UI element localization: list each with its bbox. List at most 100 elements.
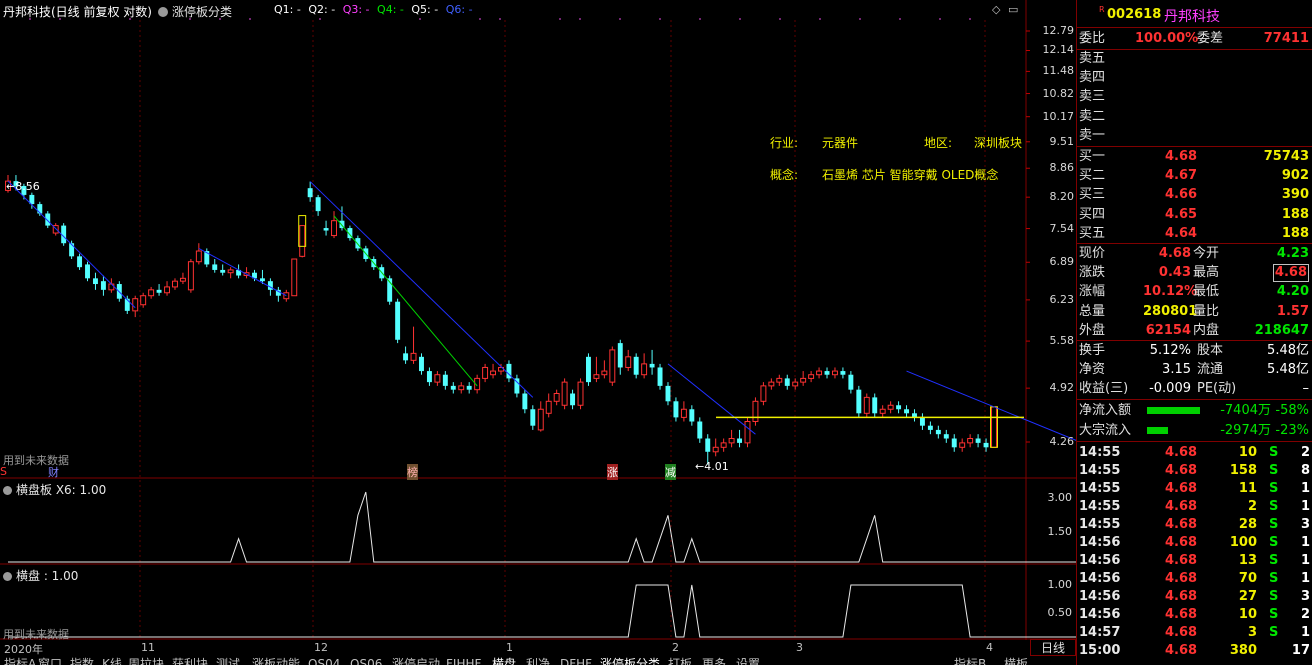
price-axis-label: 7.54	[1049, 221, 1075, 235]
dot-marker	[559, 18, 561, 20]
tab-1[interactable]: 窗口	[38, 656, 62, 665]
candle-body-down	[872, 397, 878, 414]
bid-volume: 390	[1281, 187, 1309, 203]
tab-2[interactable]: 指数	[70, 656, 94, 665]
marker-jian[interactable]: 减	[665, 464, 676, 480]
tick-count: 8	[1300, 463, 1310, 478]
tab-18[interactable]: 设置	[736, 656, 760, 665]
price-axis-label: 4.92	[1049, 381, 1075, 395]
candle-body-down	[450, 385, 456, 390]
tick-volume: 3	[1247, 625, 1257, 640]
stat-value: 4.68	[1158, 246, 1191, 261]
candle-body-down	[737, 438, 743, 443]
bid-price: 4.68	[1165, 149, 1198, 164]
period-selector[interactable]: 日线	[1030, 639, 1076, 656]
bid-label: 买二	[1079, 168, 1106, 184]
flow-bar	[1147, 407, 1200, 414]
tick-side: S	[1269, 517, 1279, 532]
chart-area[interactable]: 丹邦科技(日线 前复权 对数) 涨停板分类 Q1: - Q2: - Q3: - …	[0, 0, 1076, 665]
sub1-label[interactable]: 横盘板 X6: 1.00	[3, 481, 106, 498]
sub2-label-text: 横盘 : 1.00	[16, 569, 79, 583]
tick-price: 4.68	[1165, 445, 1198, 460]
candle-body-up	[601, 370, 608, 376]
bid-row: 买五 4.64 188	[1077, 224, 1312, 243]
flow-pct: -23%	[1275, 422, 1309, 438]
tab-3[interactable]: K线	[102, 656, 122, 665]
candle-body-up	[577, 381, 584, 406]
tab-10[interactable]: 涨停启动	[392, 656, 440, 665]
price-axis-label: 12.14	[1042, 43, 1075, 57]
tick-volume: 70	[1238, 571, 1257, 586]
tab-4[interactable]: 周拉块	[128, 656, 164, 665]
marker-bang[interactable]: 榜	[407, 464, 418, 480]
stat-row: 总量 280801 量比 1.57	[1077, 302, 1312, 321]
bid-volume: 188	[1281, 225, 1309, 241]
candlestick-chart[interactable]	[0, 0, 1076, 665]
weibi-row: 委比 100.00% 委差 77411	[1077, 29, 1312, 48]
candle-body-up	[752, 400, 759, 423]
candle-body-up	[959, 442, 966, 448]
fund-value: 5.48亿	[1267, 343, 1309, 358]
tab-6[interactable]: 测试	[216, 656, 240, 665]
fund-label: 净资	[1079, 362, 1106, 378]
stat-label: 总量	[1079, 303, 1106, 319]
candle-body-up	[410, 352, 417, 361]
tick-price: 4.68	[1165, 535, 1198, 550]
tick-price: 4.68	[1165, 517, 1198, 532]
dot-marker	[779, 18, 781, 20]
tick-price: 4.68	[1165, 571, 1198, 586]
ask-row: 卖五	[1077, 49, 1312, 68]
candle-body-down	[943, 434, 949, 439]
tick-volume: 380	[1229, 643, 1257, 658]
dot-marker	[189, 18, 191, 20]
tick-time: 14:56	[1079, 589, 1121, 604]
tab-9[interactable]: QS06	[350, 656, 382, 665]
tick-count: 3	[1300, 589, 1310, 604]
bid-row: 买三 4.66 390	[1077, 185, 1312, 204]
price-axis-label: 4.26	[1049, 435, 1075, 448]
tab-7[interactable]: 涨板动能	[252, 656, 300, 665]
tab-5[interactable]: 获利块	[172, 656, 208, 665]
candle-body-down	[935, 429, 941, 435]
candle-body-up	[331, 220, 337, 237]
candle-body-up	[879, 408, 886, 414]
tab-13[interactable]: 利净	[526, 656, 550, 665]
flow-bar	[1147, 426, 1168, 434]
tab-17[interactable]: 更多	[702, 656, 726, 665]
bid-label: 买四	[1079, 206, 1106, 222]
marker-zhang[interactable]: 涨	[607, 464, 618, 480]
tab-0[interactable]: 指标A	[4, 656, 36, 665]
candle-body-up	[768, 381, 775, 387]
tick-side: S	[1269, 445, 1279, 460]
tab-11[interactable]: FJHHF	[446, 656, 481, 665]
dot-marker	[59, 18, 61, 20]
stat-value: 62154	[1145, 322, 1191, 338]
tick-side: S	[1269, 463, 1279, 478]
tab-19[interactable]: 指标B	[954, 656, 986, 665]
tab-20[interactable]: 横板	[1004, 656, 1028, 665]
tick-time: 14:55	[1079, 463, 1121, 478]
tab-14[interactable]: DFHF	[560, 656, 592, 665]
candle-body-down	[395, 301, 401, 340]
candle-body-down	[315, 197, 321, 212]
x-axis-label: 1	[506, 641, 513, 654]
indicator-tab-bar: 指标A 窗口 指数 K线 周拉块 获利块 测试 涨板动能 QS04 QS06 涨停启动 FJHHF 横盘…	[0, 656, 1076, 665]
tab-16[interactable]: 打板	[668, 656, 692, 665]
candle-body-down	[586, 356, 591, 383]
stat-value: 4.20	[1276, 284, 1309, 300]
tab-12[interactable]: 横盘	[492, 656, 516, 665]
tab-8[interactable]: QS04	[308, 656, 340, 665]
tab-15[interactable]: 涨停板分类	[600, 656, 660, 665]
sub2-label[interactable]: 横盘 : 1.00	[3, 567, 78, 584]
stock-name: 丹邦科技	[1164, 9, 1220, 25]
candle-body-down	[919, 417, 925, 426]
tick-price: 4.68	[1165, 607, 1198, 622]
candle-body-up	[164, 286, 170, 294]
dot-marker	[249, 18, 251, 20]
marker-cai[interactable]: 财	[48, 464, 59, 480]
weibi-value: 100.00%	[1135, 31, 1199, 46]
tick-price: 4.68	[1165, 463, 1198, 478]
fund-row: 换手 5.12% 股本 5.48亿	[1077, 341, 1312, 360]
candle-body-down	[657, 367, 663, 386]
candle-body-down	[220, 269, 226, 273]
